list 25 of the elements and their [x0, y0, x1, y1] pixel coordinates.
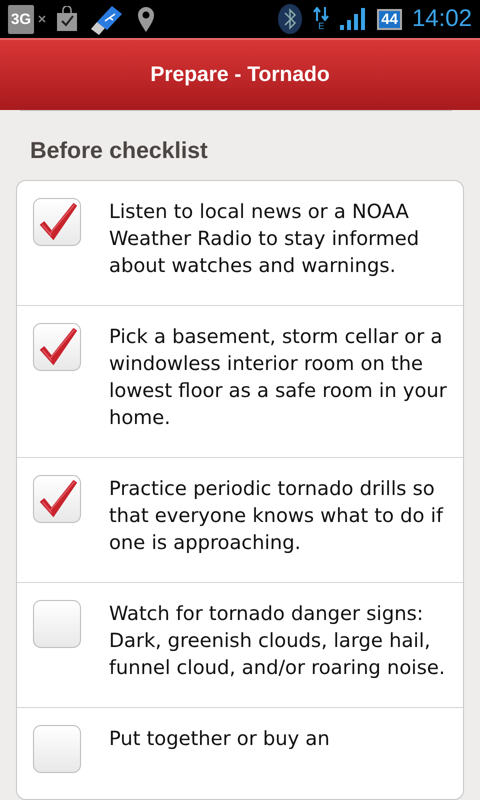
screen-title: Prepare - Tornado	[150, 63, 330, 87]
checklist-item-text: Listen to local news or a NOAA Weather Radio to stay informed about watches and warnings.	[109, 199, 420, 279]
checkbox[interactable]	[33, 323, 81, 371]
location-pin-icon	[136, 5, 156, 33]
data-type-label: E	[318, 21, 324, 31]
checkbox[interactable]	[33, 600, 81, 648]
signal-icon	[339, 7, 368, 31]
bluetooth-icon	[277, 3, 304, 35]
checklist-item-text: Practice periodic tornado drills so that everyone knows what to do if one is approaching.	[109, 476, 444, 556]
battery-indicator: 44	[377, 8, 402, 30]
check-icon	[37, 478, 79, 520]
checkbox[interactable]	[33, 725, 81, 773]
check-icon	[37, 326, 79, 368]
close-icon	[38, 15, 46, 23]
checkbox[interactable]	[33, 475, 81, 523]
network-indicator: 3G	[8, 4, 34, 34]
clock: 14:02	[412, 5, 472, 33]
checklist-item-text: Watch for tornado danger signs: Dark, greenish clouds, large hail, funnel cloud, and/or roaring noise.	[109, 601, 446, 681]
checkbox[interactable]	[33, 198, 81, 246]
checklist-item-text: Put together or buy an	[109, 726, 330, 752]
data-arrows-icon	[313, 7, 330, 21]
section-title: Before checklist	[30, 137, 209, 164]
checklist-item-text: Pick a basement, storm cellar or a windowless interior room on the lowest floor as a safe room in your home.	[109, 324, 448, 431]
shopping-bag-icon	[56, 6, 78, 32]
check-icon	[37, 201, 79, 243]
